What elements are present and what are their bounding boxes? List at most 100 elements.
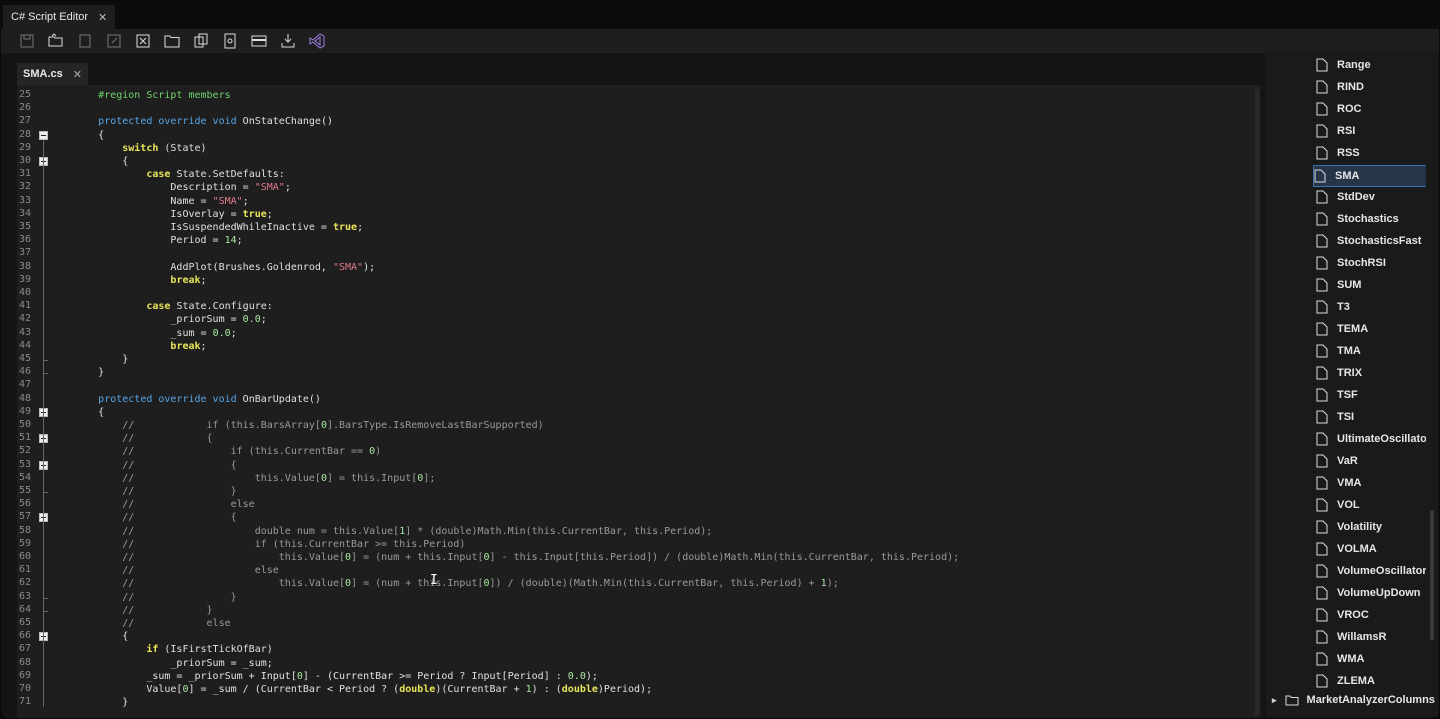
code-line[interactable]: } [50, 366, 104, 379]
explorer-item-var[interactable]: VaR [1316, 451, 1436, 471]
folder-button[interactable] [162, 31, 182, 51]
code-line[interactable]: AddPlot(Brushes.Goldenrod, "SMA"); [50, 261, 375, 274]
code-line[interactable]: protected override void OnStateChange() [50, 115, 333, 128]
code-line[interactable]: case State.Configure: [50, 300, 272, 313]
code-line[interactable]: IsOverlay = true; [50, 208, 272, 221]
window-title-tab[interactable]: C# Script Editor ✕ [3, 5, 116, 29]
code-line[interactable]: _sum = 0.0; [50, 327, 236, 340]
explorer-item-label: SMA [1335, 170, 1360, 182]
explorer-item-sum[interactable]: SUM [1316, 275, 1436, 295]
code-line[interactable]: if (IsFirstTickOfBar) [50, 643, 272, 656]
find-button[interactable] [220, 31, 240, 51]
explorer-item-trix[interactable]: TRIX [1316, 363, 1436, 383]
code-line[interactable]: { [50, 406, 104, 419]
code-line[interactable]: Period = 14; [50, 234, 242, 247]
explorer-item-willamsr[interactable]: WillamsR [1316, 627, 1436, 647]
code-line[interactable]: // this.Value[0] = (num + this.Input[0] … [50, 551, 959, 564]
code-line[interactable]: // { [50, 459, 236, 472]
folder-market-analyzer-columns[interactable]: ▸ MarketAnalyzerColumns [1272, 694, 1435, 706]
download-icon [281, 34, 295, 48]
explorer-item-label: ZLEMA [1337, 675, 1375, 687]
new-file-button[interactable] [75, 31, 95, 51]
explorer-item-vma[interactable]: VMA [1316, 473, 1436, 493]
line-number: 25 [19, 89, 32, 100]
explorer-item-tsf[interactable]: TSF [1316, 385, 1436, 405]
code-line[interactable]: Name = "SMA"; [50, 195, 248, 208]
code-line[interactable]: // { [50, 432, 212, 445]
code-line[interactable]: // else [50, 564, 279, 577]
visual-studio-button[interactable] [307, 31, 327, 51]
code-line[interactable]: case State.SetDefaults: [50, 168, 284, 181]
code-line[interactable]: // this.Value[0] = (num + this.Input[0])… [50, 577, 839, 590]
format-button[interactable] [249, 31, 269, 51]
copy-button[interactable] [191, 31, 211, 51]
code-line[interactable]: // } [50, 591, 236, 604]
explorer-item-label: Volatility [1337, 521, 1383, 533]
code-line[interactable]: } [50, 696, 128, 709]
explorer-item-roc[interactable]: ROC [1316, 99, 1436, 119]
code-line[interactable]: // this.Value[0] = this.Input[0]; [50, 472, 435, 485]
explorer-item-volumeoscillator[interactable]: VolumeOscillator [1316, 561, 1436, 581]
code-editor[interactable]: 25 #region Script members 26 27 protected … [17, 85, 1261, 718]
explorer-item-ultimateoscillato[interactable]: UltimateOscillato [1316, 429, 1436, 449]
explorer-item-stochasticsfast[interactable]: StochasticsFast [1316, 231, 1436, 251]
save-button[interactable] [17, 31, 37, 51]
close-file-button[interactable] [133, 31, 153, 51]
code-line[interactable]: // if (this.CurrentBar >= this.Period) [50, 538, 465, 551]
expand-arrow-icon[interactable]: ▸ [1272, 695, 1277, 706]
code-line[interactable]: { [50, 630, 128, 643]
explorer-item-tema[interactable]: TEMA [1316, 319, 1436, 339]
code-line[interactable]: _priorSum = 0.0; [50, 313, 266, 326]
code-line[interactable]: // else [50, 498, 254, 511]
explorer-item-vol[interactable]: VOL [1316, 495, 1436, 515]
explorer-scrollbar-thumb[interactable] [1430, 510, 1434, 640]
code-line[interactable]: Value[0] = _sum / (CurrentBar < Period ?… [50, 683, 652, 696]
explorer-item-vroc[interactable]: VROC [1316, 605, 1436, 625]
code-line[interactable]: // double num = this.Value[1] * (double)… [50, 525, 712, 538]
code-line[interactable]: { [50, 129, 104, 142]
explorer-item-rsi[interactable]: RSI [1316, 121, 1436, 141]
explorer-item-volma[interactable]: VOLMA [1316, 539, 1436, 559]
code-line[interactable]: #region Script members [50, 89, 230, 102]
download-button[interactable] [278, 31, 298, 51]
explorer-item-volatility[interactable]: Volatility [1316, 517, 1436, 537]
code-line[interactable]: // { [50, 511, 236, 524]
code-line[interactable]: // } [50, 485, 236, 498]
code-line[interactable]: IsSuspendedWhileInactive = true; [50, 221, 363, 234]
close-tab-icon[interactable]: ✕ [73, 68, 82, 81]
explorer-item-t3[interactable]: T3 [1316, 297, 1436, 317]
code-line[interactable]: Description = "SMA"; [50, 181, 290, 194]
code-line[interactable]: protected override void OnBarUpdate() [50, 393, 321, 406]
file-tab-sma[interactable]: SMA.cs ✕ [17, 63, 88, 85]
open-folder-button[interactable] [46, 31, 66, 51]
code-line[interactable]: // else [50, 617, 230, 630]
explorer-item-volumeupdown[interactable]: VolumeUpDown [1316, 583, 1436, 603]
explorer-item-rss[interactable]: RSS [1316, 143, 1436, 163]
code-line[interactable]: _sum = _priorSum + Input[0] - (CurrentBa… [50, 670, 598, 683]
close-window-icon[interactable]: ✕ [98, 11, 107, 24]
explorer-item-stochastics[interactable]: Stochastics [1316, 209, 1436, 229]
file-icon [1316, 366, 1328, 380]
explorer-item-range[interactable]: Range [1316, 55, 1436, 75]
explorer-item-tsi[interactable]: TSI [1316, 407, 1436, 427]
export-button[interactable] [104, 31, 124, 51]
code-line[interactable]: // } [50, 604, 212, 617]
code-line[interactable]: // if (this.CurrentBar == 0) [50, 445, 381, 458]
code-line[interactable]: _priorSum = _sum; [50, 657, 272, 670]
code-line[interactable]: switch (State) [50, 142, 206, 155]
explorer-item-sma[interactable]: SMA [1313, 165, 1435, 187]
collapse-region-icon[interactable] [39, 130, 48, 140]
code-line[interactable]: // if (this.BarsArray[0].BarsType.IsRemo… [50, 419, 543, 432]
explorer-item-rind[interactable]: RIND [1316, 77, 1436, 97]
explorer-item-tma[interactable]: TMA [1316, 341, 1436, 361]
editor-scrollbar-thumb[interactable] [1255, 89, 1259, 715]
code-line[interactable]: } [50, 353, 128, 366]
code-line[interactable]: break; [50, 274, 206, 287]
explorer-item-wma[interactable]: WMA [1316, 649, 1436, 669]
explorer-item-zlema[interactable]: ZLEMA [1316, 671, 1436, 691]
code-line[interactable]: { [50, 155, 128, 168]
code-line[interactable]: break; [50, 340, 206, 353]
window-title: C# Script Editor [11, 11, 89, 23]
explorer-item-stddev[interactable]: StdDev [1316, 187, 1436, 207]
explorer-item-stochrsi[interactable]: StochRSI [1316, 253, 1436, 273]
